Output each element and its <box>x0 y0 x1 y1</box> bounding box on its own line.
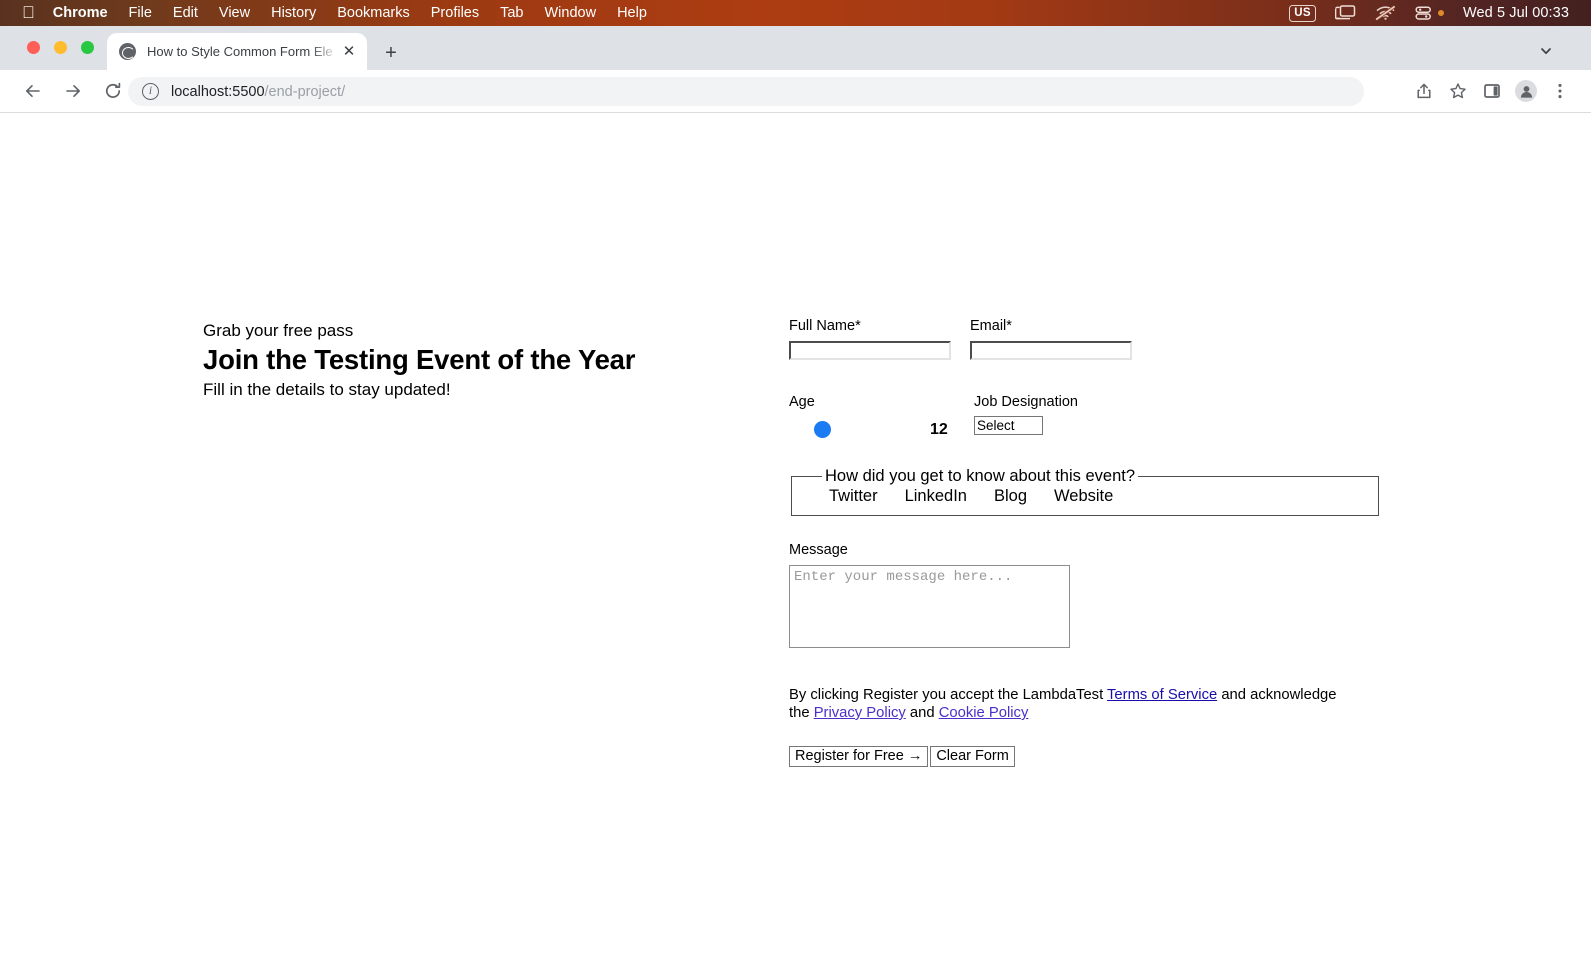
page-content: Grab your free pass Join the Testing Eve… <box>0 113 1591 975</box>
browser-tab-title: How to Style Common Form Ele <box>147 44 333 59</box>
event-source-fieldset: How did you get to know about this event… <box>791 467 1379 516</box>
legal-text-part3: and <box>905 705 939 721</box>
hero-text-block: Grab your free pass Join the Testing Eve… <box>203 319 635 401</box>
message-label: Message <box>789 542 848 558</box>
address-bar-host: localhost:5500 <box>171 83 265 100</box>
source-option-linkedin[interactable]: LinkedIn <box>905 487 967 506</box>
age-slider-thumb[interactable] <box>814 421 831 438</box>
message-textarea[interactable] <box>789 565 1070 648</box>
recording-indicator-dot <box>1437 10 1444 16</box>
menu-item-chrome[interactable]: Chrome <box>53 5 108 21</box>
close-window-button[interactable] <box>27 41 40 54</box>
star-icon[interactable] <box>1441 77 1475 105</box>
age-slider[interactable] <box>789 418 949 440</box>
menu-item-window[interactable]: Window <box>545 5 597 21</box>
three-dot-menu-icon[interactable] <box>1543 77 1577 105</box>
window-traffic-lights <box>27 41 94 54</box>
age-label: Age <box>789 394 815 410</box>
registration-form: Full Name* Email* Age 12 Job Designation… <box>789 318 1389 767</box>
profile-avatar-icon[interactable] <box>1509 77 1543 105</box>
register-button[interactable]: Register for Free → <box>789 746 929 767</box>
input-source-indicator[interactable]: US <box>1289 4 1316 22</box>
menubar-status-area: US Wed 5 Jul 00:33 <box>1289 4 1569 22</box>
side-panel-icon[interactable] <box>1475 77 1509 105</box>
macos-menubar:  Chrome File Edit View History Bookmark… <box>0 0 1591 26</box>
email-label: Email* <box>970 318 1012 334</box>
form-buttons: Register for Free → Clear Form <box>789 746 1389 767</box>
menu-item-history[interactable]: History <box>271 5 316 21</box>
full-name-label: Full Name* <box>789 318 861 334</box>
name-email-row: Full Name* Email* <box>789 318 1389 360</box>
site-info-icon[interactable]: i <box>142 83 159 100</box>
hero-eyebrow: Grab your free pass <box>203 321 354 340</box>
age-job-row: Age 12 Job Designation Select <box>789 393 1389 440</box>
menu-item-edit[interactable]: Edit <box>173 5 198 21</box>
event-source-options: Twitter LinkedIn Blog Website <box>792 487 1378 506</box>
avatar <box>1515 80 1537 102</box>
chevron-down-icon[interactable] <box>1537 42 1555 60</box>
screen-mirroring-icon[interactable] <box>1334 5 1356 21</box>
source-option-blog[interactable]: Blog <box>994 487 1027 506</box>
email-input[interactable] <box>970 341 1132 360</box>
cookie-policy-link[interactable]: Cookie Policy <box>939 705 1029 721</box>
forward-button[interactable] <box>60 78 86 104</box>
event-source-legend: How did you get to know about this event… <box>825 467 1136 485</box>
source-option-twitter[interactable]: Twitter <box>829 487 878 506</box>
wifi-off-icon[interactable] <box>1375 5 1396 21</box>
full-name-group: Full Name* <box>789 318 951 360</box>
source-option-website[interactable]: Website <box>1054 487 1113 506</box>
back-button[interactable] <box>20 78 46 104</box>
menu-item-profiles[interactable]: Profiles <box>431 5 479 21</box>
job-designation-select[interactable]: Select <box>974 416 1043 435</box>
message-group: Message <box>789 541 1389 653</box>
browser-toolbar: i localhost:5500/end-project/ <box>0 70 1591 112</box>
browser-tab[interactable]: How to Style Common Form Ele ✕ <box>107 33 367 70</box>
globe-icon <box>119 43 136 60</box>
toolbar-actions <box>1407 77 1577 105</box>
address-bar-path: /end-project/ <box>264 83 346 100</box>
age-value-output: 12 <box>930 421 948 438</box>
age-group: Age 12 <box>789 393 970 440</box>
menu-item-help[interactable]: Help <box>617 5 647 21</box>
menu-item-bookmarks[interactable]: Bookmarks <box>337 5 410 21</box>
share-icon[interactable] <box>1407 77 1441 105</box>
menu-item-file[interactable]: File <box>129 5 152 21</box>
control-center-icon[interactable] <box>1415 5 1432 21</box>
browser-tab-strip: How to Style Common Form Ele ✕ + <box>0 26 1591 70</box>
apple-logo-icon[interactable]:  <box>22 4 35 21</box>
address-bar-url: localhost:5500/end-project/ <box>171 84 345 100</box>
minimize-window-button[interactable] <box>54 41 67 54</box>
page-title: Join the Testing Event of the Year <box>203 344 636 375</box>
menu-item-tab[interactable]: Tab <box>500 5 523 21</box>
address-bar[interactable]: i localhost:5500/end-project/ <box>128 77 1364 106</box>
legal-text-part1: By clicking Register you accept the Lamb… <box>789 687 1108 703</box>
clear-form-button[interactable]: Clear Form <box>930 746 1015 767</box>
job-designation-group: Job Designation Select <box>974 393 1078 440</box>
legal-disclaimer: By clicking Register you accept the Lamb… <box>789 686 1361 722</box>
menubar-clock[interactable]: Wed 5 Jul 00:33 <box>1463 5 1569 21</box>
menu-item-view[interactable]: View <box>219 5 250 21</box>
privacy-policy-link[interactable]: Privacy Policy <box>814 705 906 721</box>
full-name-input[interactable] <box>789 341 951 360</box>
maximize-window-button[interactable] <box>81 41 94 54</box>
close-tab-icon[interactable]: ✕ <box>339 42 359 62</box>
email-group: Email* <box>970 318 1132 360</box>
new-tab-button[interactable]: + <box>380 42 402 64</box>
job-designation-label: Job Designation <box>974 394 1078 410</box>
reload-button[interactable] <box>100 78 126 104</box>
hero-subheading: Fill in the details to stay updated! <box>203 380 451 399</box>
terms-of-service-link[interactable]: Terms of Service <box>1107 687 1217 703</box>
